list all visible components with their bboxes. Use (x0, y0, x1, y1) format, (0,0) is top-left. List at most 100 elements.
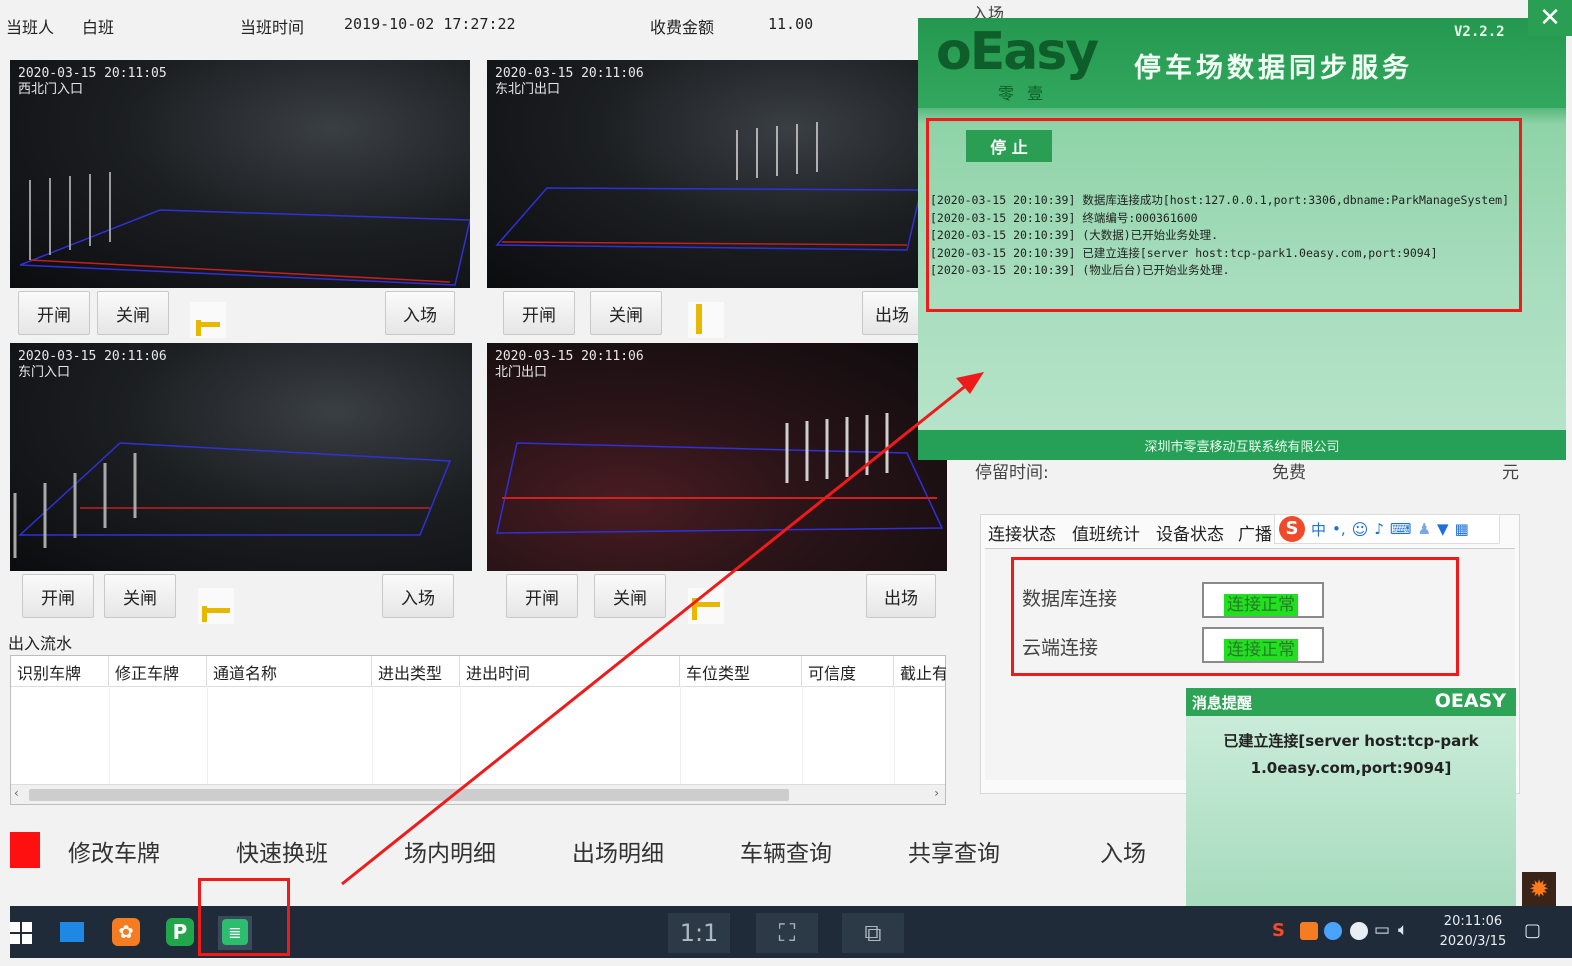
punctuation-icon[interactable]: •, (1332, 520, 1346, 538)
camera-feed-4: 2020-03-15 20:11:06 北门出口 (487, 343, 947, 571)
column-header[interactable]: 截止有 (894, 656, 946, 686)
oeasy-logo: oEasy (936, 22, 1099, 82)
close-icon[interactable]: ✕ (1528, 0, 1572, 36)
column-header[interactable]: 进出类型 (372, 656, 460, 686)
ratio-button[interactable]: 1:1 (668, 913, 730, 953)
sync-title: 停车场数据同步服务 (1134, 53, 1413, 84)
chinese-mode-icon[interactable]: 中 (1311, 519, 1326, 540)
camera-feed-3: 2020-03-15 20:11:06 东门入口 (10, 343, 472, 571)
scroll-right-icon[interactable]: › (934, 786, 939, 800)
fullscreen-icon[interactable]: ⛶ (756, 913, 818, 953)
notification-header: 消息提醒 OEASY (1186, 688, 1516, 716)
sync-version: V2.2.2 (1454, 24, 1505, 40)
open-gate-button[interactable]: 开闸 (503, 291, 575, 335)
gear-icon[interactable]: ✹ (1522, 872, 1556, 906)
status-indicator (10, 832, 40, 868)
tab-device-status[interactable]: 设备状态 (1156, 520, 1224, 548)
quick-shift-button[interactable]: 快速换班 (236, 834, 328, 868)
parking-app-icon[interactable]: P (166, 918, 194, 946)
tab-connection-status[interactable]: 连接状态 (988, 520, 1056, 548)
highlight-box-connections (1011, 557, 1459, 676)
volume-icon[interactable]: 🔈︎ (1398, 920, 1408, 940)
entry-function-button[interactable]: 入场 (1100, 834, 1146, 868)
exit-button[interactable]: 出场 (866, 574, 936, 618)
barrier-closed-icon (198, 588, 234, 624)
shift-time-value: 2019-10-02 17:27:22 (344, 15, 516, 33)
shift-person-value: 白班 (82, 18, 115, 37)
close-gate-button[interactable]: 关闸 (590, 291, 662, 335)
vehicle-query-button[interactable]: 车辆查询 (740, 834, 832, 868)
system-clock[interactable]: 20:11:06 2020/3/15 (1438, 912, 1508, 952)
edit-plate-button[interactable]: 修改车牌 (68, 834, 160, 868)
camera-timestamp: 2020-03-15 20:11:05 西北门入口 (18, 66, 167, 97)
shared-query-button[interactable]: 共享查询 (908, 834, 1000, 868)
notification-center-icon[interactable]: ▢ (1524, 920, 1541, 941)
currency-unit: 元 (1502, 463, 1519, 483)
chat-tray-icon[interactable] (1350, 922, 1368, 940)
open-gate-button[interactable]: 开闸 (506, 574, 578, 618)
entry-button[interactable]: 入场 (385, 291, 455, 335)
stay-time-value: 免费 (1272, 463, 1306, 483)
camera-timestamp: 2020-03-15 20:11:06 东北门出口 (495, 66, 644, 97)
scrollbar-thumb[interactable] (29, 789, 789, 801)
tab-shift-stats[interactable]: 值班统计 (1072, 520, 1140, 548)
screen-settings-icon[interactable]: ⧉ (842, 913, 904, 953)
sogou-icon[interactable]: S (1279, 516, 1305, 542)
column-header[interactable]: 车位类型 (680, 656, 802, 686)
close-gate-button[interactable]: 关闸 (97, 291, 169, 335)
microphone-icon[interactable]: ♪ (1374, 520, 1384, 538)
open-gate-button[interactable]: 开闸 (22, 574, 94, 618)
shift-person-label: 当班人 (6, 18, 55, 37)
ime-toolbar[interactable]: S 中 •, ☺ ♪ ⌨ ♟ ▼ ▦ (1274, 514, 1500, 544)
display-tray-icon[interactable]: ▭ (1374, 920, 1390, 940)
barrier-closed-icon (190, 302, 226, 338)
sync-service-window[interactable]: oEasy 零 壹 停车场数据同步服务 V2.2.2 停 止 [2020-03-… (918, 18, 1566, 460)
exit-button[interactable]: 出场 (862, 291, 922, 335)
barrier-closed-icon (688, 588, 724, 624)
exit-detail-button[interactable]: 出场明细 (572, 834, 664, 868)
camera-timestamp: 2020-03-15 20:11:06 东门入口 (18, 349, 167, 380)
camera-feed-2: 2020-03-15 20:11:06 东北门出口 (487, 60, 921, 288)
column-header[interactable]: 进出时间 (460, 656, 680, 686)
clock-date: 2020/3/15 (1439, 934, 1507, 949)
camera-feed-1: 2020-03-15 20:11:05 西北门入口 (10, 60, 470, 288)
clock-time: 20:11:06 (1443, 914, 1503, 929)
entry-button[interactable]: 入场 (382, 574, 454, 618)
desktop-app-icon[interactable] (60, 922, 84, 942)
flow-title: 出入流水 (8, 634, 73, 653)
open-gate-button[interactable]: 开闸 (18, 291, 90, 335)
tab-broadcast[interactable]: 广播 (1238, 520, 1272, 548)
notification-popup[interactable]: 消息提醒 OEASY 已建立连接[server host:tcp-park1.0… (1186, 688, 1516, 908)
close-gate-button[interactable]: 关闸 (594, 574, 666, 618)
toolbox-icon[interactable]: ▦ (1455, 520, 1469, 538)
keyboard-icon[interactable]: ⌨ (1390, 520, 1412, 538)
sync-title-bar[interactable]: oEasy 零 壹 停车场数据同步服务 V2.2.2 (918, 18, 1566, 108)
fee-label: 收费金额 (650, 18, 715, 37)
column-header[interactable]: 可信度 (802, 656, 894, 686)
in-lot-detail-button[interactable]: 场内明细 (404, 834, 496, 868)
stay-time-label: 停留时间: (975, 463, 1049, 483)
app-tray-icon[interactable] (1300, 922, 1318, 940)
flow-table[interactable]: 识别车牌 修正车牌 通道名称 进出类型 进出时间 车位类型 可信度 截止有 ‹ … (10, 655, 946, 805)
horizontal-scrollbar[interactable]: ‹ › (11, 784, 945, 804)
windows-start-icon[interactable] (10, 922, 32, 944)
sogou-tray-icon[interactable]: S (1272, 920, 1285, 941)
notification-message: 已建立连接[server host:tcp-park1.0easy.com,po… (1223, 732, 1479, 777)
notification-title: 消息提醒 (1192, 694, 1253, 712)
network-tray-icon[interactable] (1324, 922, 1342, 940)
oeasy-logo-sub: 零 壹 (998, 84, 1048, 103)
shift-time-label: 当班时间 (240, 18, 305, 37)
column-header[interactable]: 修正车牌 (109, 656, 207, 686)
column-header[interactable]: 识别车牌 (11, 656, 109, 686)
skin-icon[interactable]: ▼ (1437, 520, 1449, 538)
scroll-left-icon[interactable]: ‹ (14, 786, 19, 800)
column-header[interactable]: 通道名称 (207, 656, 372, 686)
settings-app-icon[interactable]: ✿ (112, 918, 140, 946)
user-icon[interactable]: ♟ (1418, 520, 1431, 538)
barrier-open-icon (688, 302, 724, 338)
sync-footer: 深圳市零壹移动互联系统有限公司 (918, 430, 1566, 460)
highlight-box-taskbar (198, 878, 290, 956)
close-gate-button[interactable]: 关闸 (104, 574, 176, 618)
highlight-box-log (926, 118, 1522, 312)
emoji-icon[interactable]: ☺ (1352, 520, 1369, 539)
